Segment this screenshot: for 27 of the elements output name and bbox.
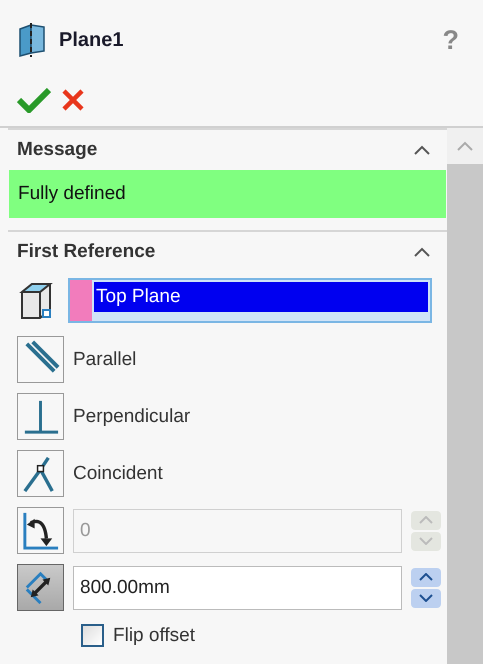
window-title: Plane1: [59, 28, 124, 52]
increment-button[interactable]: [411, 568, 441, 586]
collapse-icon[interactable]: [414, 145, 430, 155]
collapse-icon[interactable]: [414, 247, 430, 257]
constraint-label: Coincident: [73, 462, 163, 484]
section-header[interactable]: First Reference: [8, 232, 447, 272]
section-header[interactable]: Message: [8, 130, 447, 170]
checkbox-label: Flip offset: [113, 624, 196, 646]
distance-icon[interactable]: [17, 564, 64, 611]
decrement-button[interactable]: [411, 588, 441, 608]
check-icon[interactable]: [17, 87, 51, 113]
perpendicular-icon[interactable]: [17, 393, 64, 440]
caret-up-icon: [419, 516, 433, 524]
scrollbar[interactable]: [447, 128, 483, 664]
caret-up-icon: [419, 573, 433, 581]
caret-down-icon: [419, 594, 433, 602]
checkbox[interactable]: [81, 624, 104, 647]
coincident-icon[interactable]: [17, 450, 64, 497]
caret-down-icon: [419, 537, 433, 545]
selection-field[interactable]: Top Plane: [68, 278, 432, 323]
status-message: Fully defined: [9, 170, 446, 218]
constraint-label: Perpendicular: [73, 406, 190, 428]
plane-icon: [17, 23, 47, 57]
parallel-icon[interactable]: [17, 336, 64, 383]
distance-field[interactable]: 800.00mm: [73, 566, 402, 610]
close-icon[interactable]: [61, 88, 85, 112]
constraint-label: Parallel: [73, 348, 136, 370]
